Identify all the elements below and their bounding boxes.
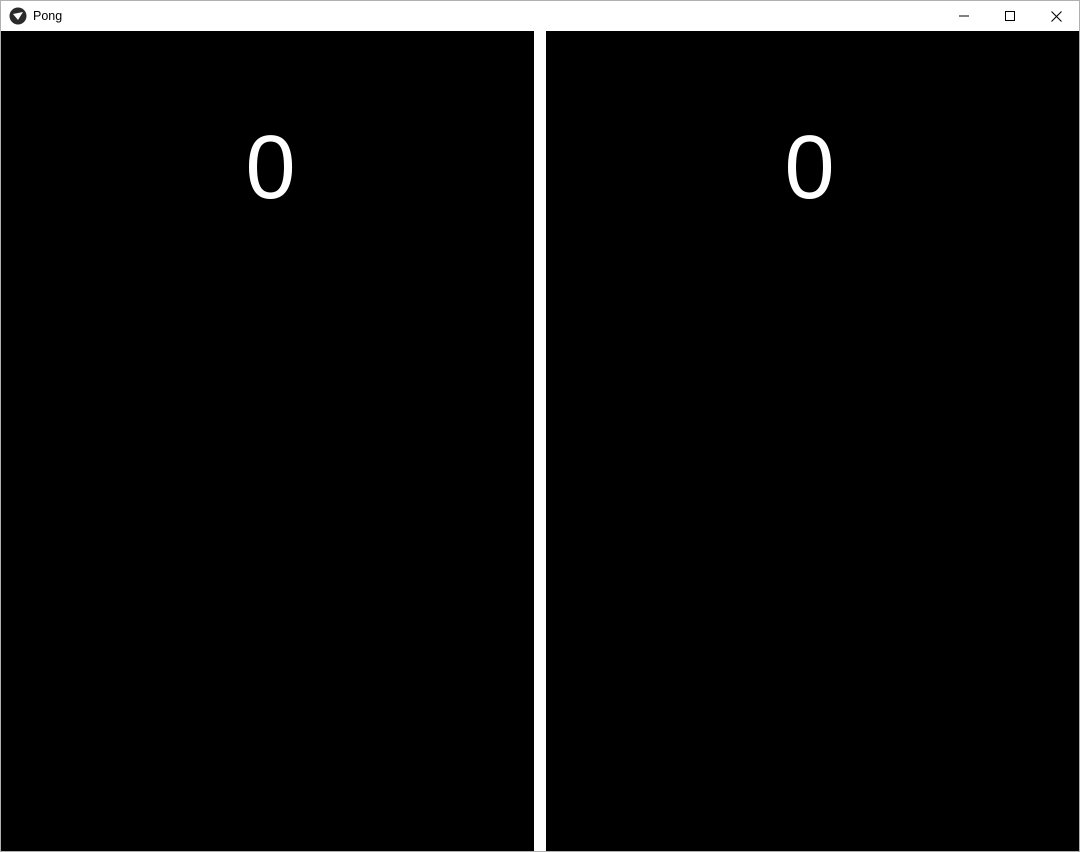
window-titlebar[interactable]: Pong	[1, 1, 1079, 31]
window-controls	[941, 1, 1079, 31]
close-button[interactable]	[1033, 1, 1079, 31]
pong-game-canvas[interactable]: 0 0	[1, 31, 1079, 851]
center-net-divider	[534, 31, 546, 851]
close-icon	[1051, 11, 1062, 22]
app-window: Pong 0 0	[0, 0, 1080, 852]
player-right-score: 0	[784, 123, 834, 213]
pong-app-icon	[9, 7, 27, 25]
minimize-icon	[959, 11, 969, 21]
maximize-button[interactable]	[987, 1, 1033, 31]
maximize-icon	[1005, 11, 1015, 21]
minimize-button[interactable]	[941, 1, 987, 31]
player-left-score: 0	[245, 123, 295, 213]
window-title: Pong	[33, 1, 62, 31]
